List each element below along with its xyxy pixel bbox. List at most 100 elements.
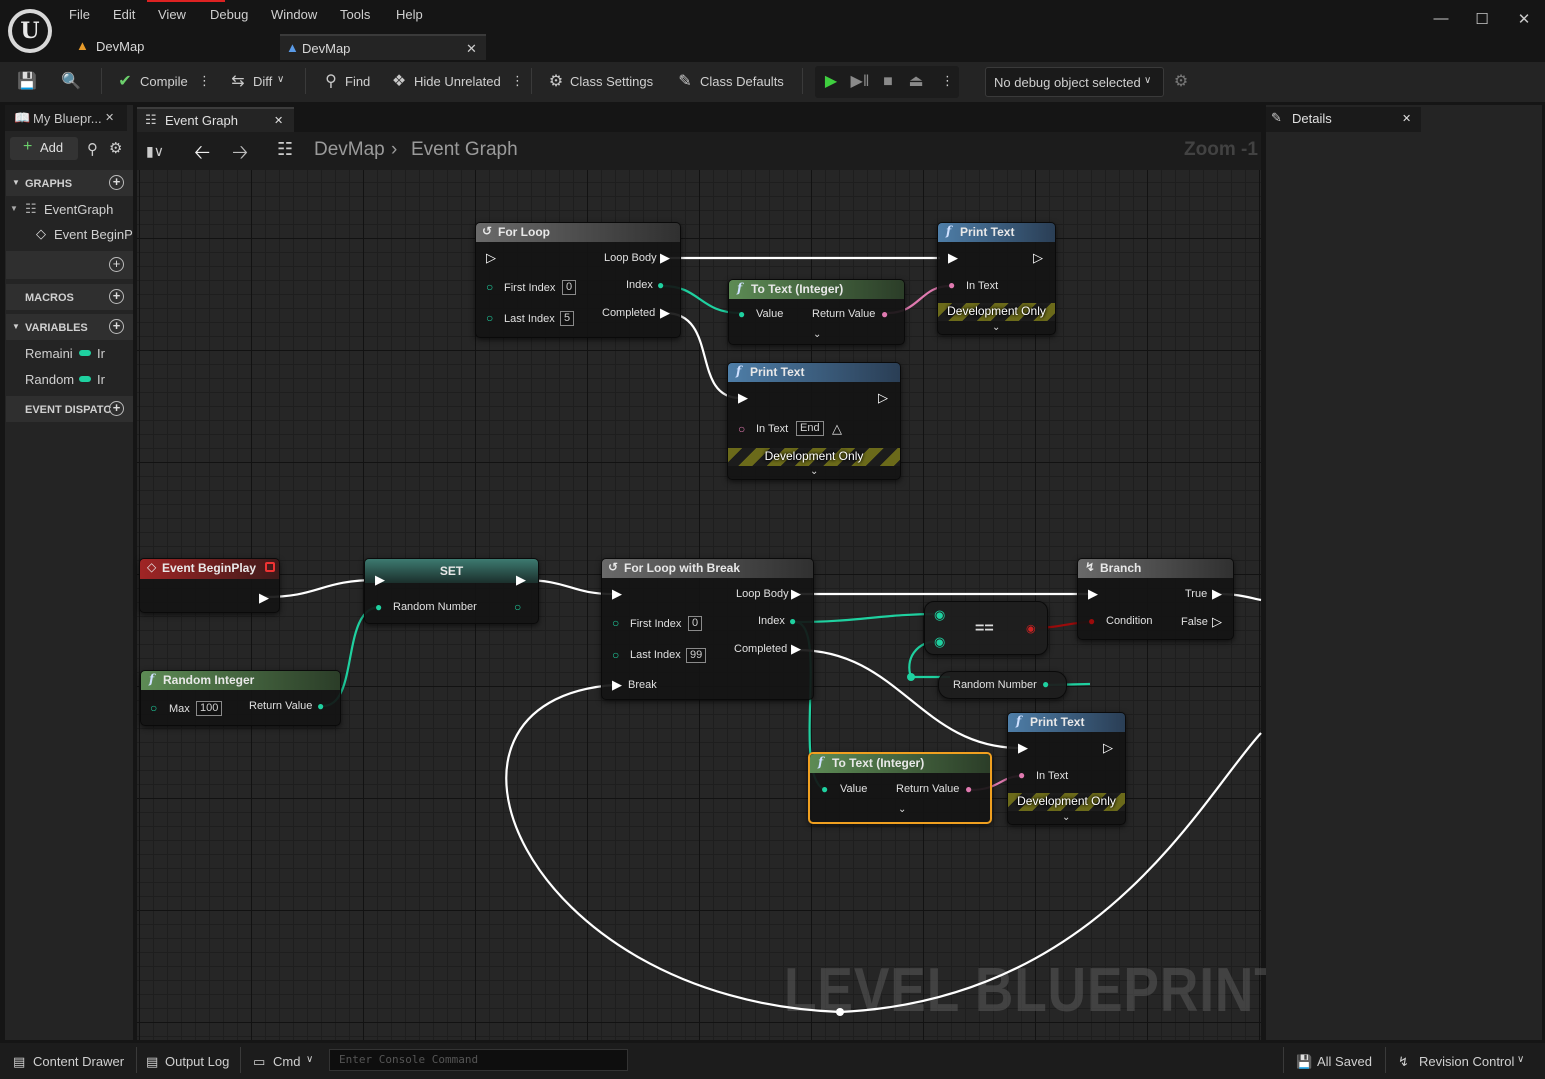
in-text-pin[interactable]: ● — [948, 278, 955, 292]
exec-in-pin[interactable]: ▶ — [612, 586, 622, 602]
output-log-icon: ▤ — [146, 1054, 158, 1070]
index-pin[interactable]: ● — [657, 278, 664, 292]
first-index-pin[interactable]: ○ — [612, 616, 619, 630]
exec-out-pin[interactable]: ▷ — [878, 390, 888, 406]
first-index-pin[interactable]: ○ — [486, 280, 493, 294]
function-icon: f — [736, 364, 741, 378]
first-index-input[interactable]: 0 — [562, 280, 576, 295]
pin-label: Loop Body — [736, 588, 789, 600]
node-for-loop-with-break[interactable]: ↺ For Loop with Break ▶ Loop Body ▶ ○ Fir… — [601, 558, 814, 700]
node-event-beginplay[interactable]: ◇ Event BeginPlay ▶ — [139, 558, 280, 613]
exec-out-pin[interactable]: ▷ — [1103, 740, 1113, 756]
last-index-pin[interactable]: ○ — [486, 311, 493, 325]
cmd-dropdown[interactable]: Cmd — [273, 1054, 300, 1069]
function-icon: f — [737, 281, 742, 295]
return-value-pin[interactable]: ● — [317, 699, 324, 713]
expand-chevron-icon[interactable]: ⌄ — [813, 329, 821, 340]
first-index-input[interactable]: 0 — [688, 616, 702, 631]
random-number-in-pin[interactable]: ● — [375, 600, 382, 614]
completed-pin[interactable]: ▶ — [791, 641, 801, 657]
details-tab[interactable]: ✎ Details ✕ — [1266, 107, 1421, 132]
pin-label: Last Index — [630, 649, 681, 661]
node-print-text[interactable]: f Print Text ▶ ▷ ● In Text Development On… — [1007, 712, 1126, 825]
loop-body-pin[interactable]: ▶ — [791, 586, 801, 602]
chevron-down-icon[interactable]: ∨ — [1517, 1054, 1524, 1065]
pin-label: In Text — [966, 280, 998, 292]
max-input[interactable]: 100 — [196, 701, 222, 716]
value-pin[interactable]: ● — [821, 782, 828, 796]
false-pin[interactable]: ▷ — [1212, 614, 1222, 630]
close-tab-icon[interactable]: ✕ — [1402, 112, 1411, 125]
exec-in-pin[interactable]: ▷ — [486, 250, 496, 266]
expand-chevron-icon[interactable]: ⌄ — [810, 466, 818, 477]
value-pin[interactable]: ● — [738, 307, 745, 321]
return-value-pin[interactable]: ● — [965, 782, 972, 796]
break-pin[interactable]: ▶ — [612, 677, 622, 693]
content-drawer-button[interactable]: Content Drawer — [33, 1054, 124, 1069]
pin-label: Break — [628, 679, 657, 691]
node-for-loop[interactable]: ↺ For Loop ▷ Loop Body ▶ ○ First Index 0 … — [475, 222, 681, 338]
node-random-integer[interactable]: f Random Integer ○ Max 100 Return Value ● — [140, 670, 341, 726]
node-to-text-integer[interactable]: f To Text (Integer) ● Value Return Value … — [728, 279, 905, 345]
branch-icon: ↯ — [1398, 1054, 1409, 1070]
equals-b-pin[interactable]: ◉ — [934, 634, 945, 650]
node-title: Branch — [1100, 561, 1141, 575]
random-number-pin[interactable]: ● — [1042, 677, 1049, 691]
bool-out-pin[interactable]: ◉ — [1026, 622, 1036, 635]
exec-out-pin[interactable]: ▶ — [259, 590, 269, 606]
pin-label: Completed — [602, 307, 655, 319]
random-number-out-pin[interactable]: ○ — [514, 600, 521, 614]
index-pin[interactable]: ● — [789, 614, 796, 628]
completed-pin[interactable]: ▶ — [660, 305, 670, 321]
node-title: == — [975, 620, 994, 638]
return-value-pin[interactable]: ● — [881, 307, 888, 321]
exec-in-pin[interactable]: ▶ — [1018, 740, 1028, 756]
loop-body-pin[interactable]: ▶ — [660, 250, 670, 266]
node-to-text-integer-selected[interactable]: f To Text (Integer) ● Value Return Value … — [808, 752, 992, 824]
exec-in-pin[interactable]: ▶ — [375, 572, 385, 588]
console-command-input[interactable]: Enter Console Command — [329, 1049, 628, 1071]
function-icon: f — [149, 672, 154, 686]
expand-chevron-icon[interactable]: ⌄ — [992, 322, 1000, 333]
pin-label: Value — [840, 783, 867, 795]
node-branch[interactable]: ↯ Branch ▶ True ▶ ● Condition False ▷ — [1077, 558, 1234, 640]
max-pin[interactable]: ○ — [150, 701, 157, 715]
exec-out-pin[interactable]: ▷ — [1033, 250, 1043, 266]
pin-label: Random Number — [393, 601, 477, 613]
node-print-text[interactable]: f Print Text ▶ ▷ ● In Text Development On… — [937, 222, 1056, 335]
last-index-input[interactable]: 5 — [560, 311, 574, 326]
in-text-input[interactable]: End — [796, 421, 824, 436]
delegate-pin[interactable] — [265, 562, 275, 572]
pin-label: Completed — [734, 643, 787, 655]
equals-a-pin[interactable]: ◉ — [934, 607, 945, 623]
terminal-icon: ▭ — [253, 1054, 265, 1070]
node-title: For Loop with Break — [624, 561, 740, 575]
all-saved-button[interactable]: All Saved — [1317, 1054, 1372, 1069]
development-only-banner: Development Only — [728, 448, 900, 466]
chevron-down-icon[interactable]: ∨ — [306, 1054, 313, 1065]
expand-chevron-icon[interactable]: ⌄ — [898, 804, 906, 815]
pin-label: Loop Body — [604, 252, 657, 264]
node-get-random-number[interactable]: Random Number ● — [938, 671, 1067, 699]
last-index-input[interactable]: 99 — [686, 648, 706, 663]
true-pin[interactable]: ▶ — [1212, 586, 1222, 602]
expand-chevron-icon[interactable]: ⌄ — [1062, 812, 1070, 823]
node-set-variable[interactable]: SET ▶ ▶ ● Random Number ○ — [364, 558, 539, 624]
exec-in-pin[interactable]: ▶ — [1088, 586, 1098, 602]
exec-in-pin[interactable]: ▶ — [948, 250, 958, 266]
exec-in-pin[interactable]: ▶ — [738, 390, 748, 406]
last-index-pin[interactable]: ○ — [612, 648, 619, 662]
node-equals[interactable]: ◉ ◉ == ◉ — [924, 601, 1048, 655]
pin-label: True — [1185, 588, 1207, 600]
node-title: Print Text — [750, 365, 804, 379]
output-log-button[interactable]: Output Log — [165, 1054, 229, 1069]
reroute-node — [907, 673, 915, 681]
condition-pin[interactable]: ● — [1088, 614, 1095, 628]
in-text-pin[interactable]: ● — [1018, 768, 1025, 782]
node-print-text[interactable]: f Print Text ▶ ▷ ○ In Text End △ Developm… — [727, 362, 901, 480]
in-text-pin[interactable]: ○ — [738, 422, 745, 436]
pin-label: Return Value — [896, 783, 959, 795]
exec-out-pin[interactable]: ▶ — [516, 572, 526, 588]
revision-control-button[interactable]: Revision Control — [1419, 1054, 1514, 1069]
unreal-editor-window: U File Edit View Debug Window Tools Help… — [0, 0, 1545, 1079]
